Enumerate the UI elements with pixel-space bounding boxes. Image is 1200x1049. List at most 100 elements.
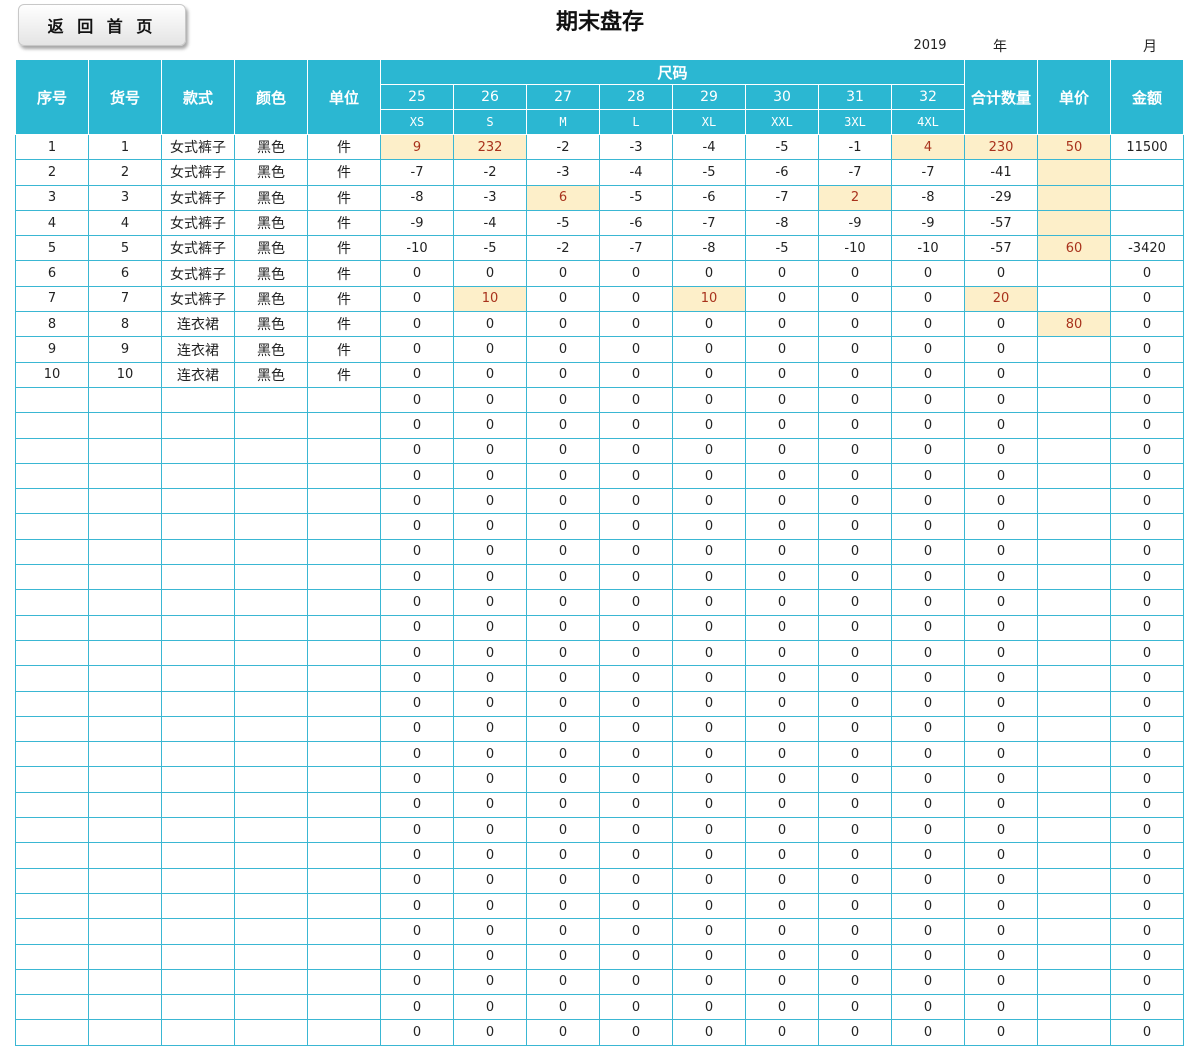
- cell-empty[interactable]: [234, 690, 308, 717]
- cell-unit-price[interactable]: 80: [1037, 311, 1111, 338]
- cell-size-qty[interactable]: 0: [453, 311, 527, 338]
- cell-amount[interactable]: 0: [1110, 918, 1184, 945]
- cell-size-qty[interactable]: 0: [380, 285, 454, 313]
- cell-unit-price[interactable]: [1037, 842, 1111, 869]
- cell-size-qty[interactable]: -5: [745, 133, 819, 161]
- cell-unit-price[interactable]: [1037, 791, 1111, 819]
- cell-empty[interactable]: [307, 994, 381, 1021]
- cell-empty[interactable]: [307, 918, 381, 945]
- cell-size-qty[interactable]: 0: [818, 311, 892, 338]
- cell-size-qty[interactable]: 0: [599, 564, 673, 591]
- cell-size-qty[interactable]: 0: [526, 488, 600, 515]
- cell-empty[interactable]: [161, 665, 235, 692]
- cell-size-qty[interactable]: 0: [526, 639, 600, 667]
- cell-size-qty[interactable]: -4: [599, 159, 673, 186]
- cell-empty[interactable]: [161, 892, 235, 920]
- cell-size-qty[interactable]: 0: [599, 589, 673, 616]
- cell-unit[interactable]: 件: [307, 235, 381, 262]
- cell-empty[interactable]: [234, 589, 308, 616]
- cell-amount[interactable]: 0: [1110, 564, 1184, 591]
- cell-size-qty[interactable]: 0: [818, 589, 892, 616]
- cell-size-qty[interactable]: -10: [380, 235, 454, 262]
- cell-amount[interactable]: 0: [1110, 766, 1184, 793]
- cell-empty[interactable]: [15, 665, 89, 692]
- cell-size-qty[interactable]: 0: [526, 715, 600, 743]
- cell-size-qty[interactable]: 0: [599, 892, 673, 920]
- cell-size-qty[interactable]: 0: [526, 589, 600, 616]
- cell-size-qty[interactable]: 0: [818, 892, 892, 920]
- cell-size-qty[interactable]: 0: [526, 412, 600, 439]
- cell-amount[interactable]: 0: [1110, 488, 1184, 515]
- cell-size-qty[interactable]: 0: [891, 412, 965, 439]
- cell-size-qty[interactable]: 0: [453, 513, 527, 540]
- cell-empty[interactable]: [15, 766, 89, 793]
- cell-empty[interactable]: [234, 412, 308, 439]
- cell-unit-price[interactable]: [1037, 412, 1111, 439]
- cell-size-qty[interactable]: 0: [526, 437, 600, 464]
- cell-empty[interactable]: [88, 690, 162, 717]
- cell-size-qty[interactable]: 0: [891, 361, 965, 388]
- cell-size-qty[interactable]: 0: [599, 260, 673, 287]
- cell-style[interactable]: 女式裤子: [161, 285, 235, 313]
- cell-empty[interactable]: [307, 589, 381, 616]
- cell-unit-price[interactable]: [1037, 639, 1111, 667]
- cell-seq[interactable]: 3: [15, 184, 89, 211]
- cell-empty[interactable]: [15, 741, 89, 768]
- cell-size-qty[interactable]: 0: [380, 665, 454, 692]
- cell-empty[interactable]: [88, 589, 162, 616]
- cell-seq[interactable]: 4: [15, 209, 89, 237]
- cell-empty[interactable]: [15, 968, 89, 996]
- year-value[interactable]: 2019: [900, 38, 960, 53]
- cell-total-qty[interactable]: 0: [964, 715, 1038, 743]
- cell-empty[interactable]: [234, 791, 308, 819]
- cell-size-qty[interactable]: 0: [891, 285, 965, 313]
- cell-empty[interactable]: [15, 538, 89, 566]
- cell-empty[interactable]: [234, 665, 308, 692]
- cell-empty[interactable]: [15, 639, 89, 667]
- cell-empty[interactable]: [88, 994, 162, 1021]
- cell-size-qty[interactable]: 0: [818, 766, 892, 793]
- cell-total-qty[interactable]: 0: [964, 665, 1038, 692]
- cell-empty[interactable]: [15, 488, 89, 515]
- cell-total-qty[interactable]: 0: [964, 589, 1038, 616]
- cell-size-qty[interactable]: 0: [745, 311, 819, 338]
- cell-size-qty[interactable]: -2: [526, 133, 600, 161]
- cell-size-qty[interactable]: 0: [380, 462, 454, 490]
- cell-size-qty[interactable]: 0: [818, 285, 892, 313]
- cell-size-qty[interactable]: -7: [891, 159, 965, 186]
- cell-unit-price[interactable]: [1037, 462, 1111, 490]
- cell-size-qty[interactable]: 0: [891, 918, 965, 945]
- cell-empty[interactable]: [15, 791, 89, 819]
- cell-empty[interactable]: [15, 462, 89, 490]
- cell-empty[interactable]: [307, 867, 381, 894]
- cell-empty[interactable]: [161, 867, 235, 894]
- cell-size-qty[interactable]: 0: [745, 564, 819, 591]
- cell-color[interactable]: 黑色: [234, 159, 308, 186]
- cell-item-no[interactable]: 8: [88, 311, 162, 338]
- cell-size-qty[interactable]: 0: [818, 690, 892, 717]
- cell-total-qty[interactable]: 0: [964, 842, 1038, 869]
- cell-unit-price[interactable]: [1037, 741, 1111, 768]
- cell-empty[interactable]: [88, 639, 162, 667]
- cell-empty[interactable]: [15, 589, 89, 616]
- cell-size-qty[interactable]: -10: [891, 235, 965, 262]
- cell-unit-price[interactable]: [1037, 817, 1111, 844]
- cell-size-qty[interactable]: 0: [380, 968, 454, 996]
- cell-empty[interactable]: [15, 867, 89, 894]
- cell-size-qty[interactable]: 0: [526, 892, 600, 920]
- cell-size-qty[interactable]: 0: [599, 386, 673, 414]
- cell-size-qty[interactable]: 0: [599, 462, 673, 490]
- cell-size-qty[interactable]: 0: [453, 437, 527, 464]
- cell-size-qty[interactable]: 0: [526, 690, 600, 717]
- cell-seq[interactable]: 5: [15, 235, 89, 262]
- cell-empty[interactable]: [234, 943, 308, 970]
- cell-unit-price[interactable]: [1037, 943, 1111, 970]
- cell-size-qty[interactable]: 0: [526, 285, 600, 313]
- cell-size-qty[interactable]: 0: [818, 488, 892, 515]
- cell-unit-price[interactable]: [1037, 892, 1111, 920]
- cell-empty[interactable]: [161, 943, 235, 970]
- cell-amount[interactable]: 0: [1110, 892, 1184, 920]
- cell-size-qty[interactable]: 0: [599, 943, 673, 970]
- cell-item-no[interactable]: 5: [88, 235, 162, 262]
- cell-empty[interactable]: [234, 968, 308, 996]
